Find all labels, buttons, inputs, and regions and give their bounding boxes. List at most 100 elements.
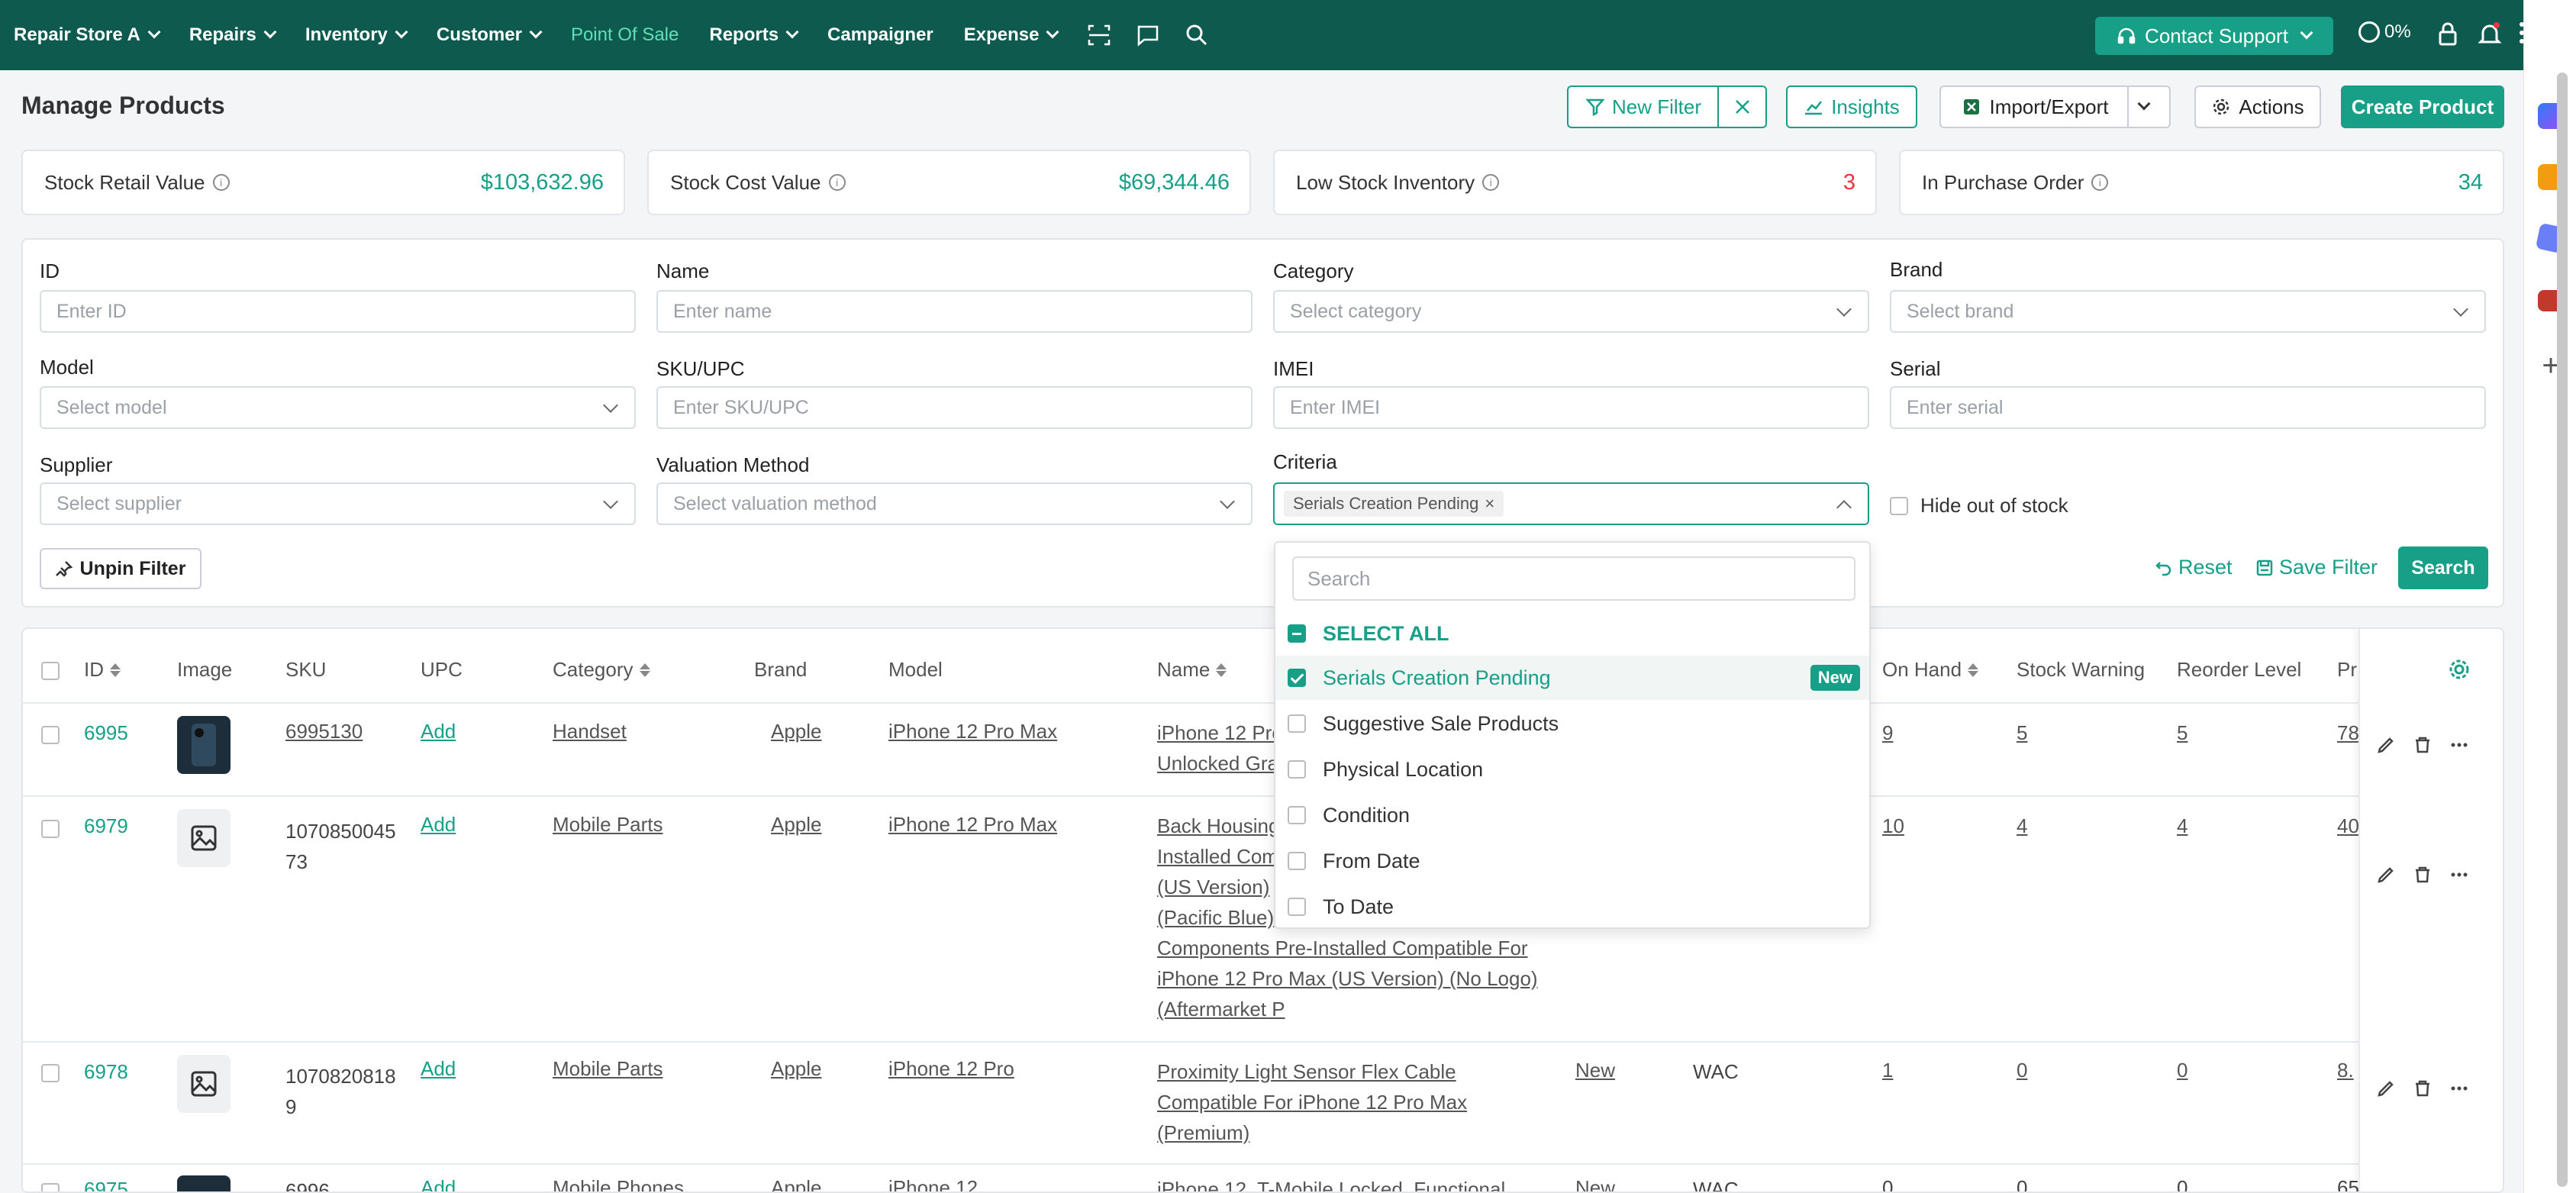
select-all-option[interactable]: SELECT ALL xyxy=(1275,611,1869,656)
trash-icon[interactable] xyxy=(2413,736,2432,754)
info-icon[interactable]: i xyxy=(2091,174,2109,191)
save-filter-button[interactable]: Save Filter xyxy=(2256,556,2378,579)
row-checkbox[interactable] xyxy=(41,726,60,744)
add-upc-link[interactable]: Add xyxy=(421,716,456,746)
search-button[interactable]: Search xyxy=(2398,547,2488,589)
row-model[interactable]: iPhone 12 Pro Max xyxy=(888,809,1057,840)
trash-icon[interactable] xyxy=(2413,1079,2432,1098)
name-input[interactable]: Enter name xyxy=(656,290,1253,333)
product-image[interactable] xyxy=(177,716,231,774)
row-category[interactable]: Mobile Parts xyxy=(553,809,663,840)
option-serials-creation-pending[interactable]: Serials Creation Pending New xyxy=(1275,656,1869,700)
row-checkbox[interactable] xyxy=(41,1064,60,1082)
row-checkbox[interactable] xyxy=(41,820,60,838)
row-price[interactable]: 65 xyxy=(2337,1172,2359,1191)
row-on-hand[interactable]: 1 xyxy=(1882,1055,1893,1085)
option-checkbox[interactable] xyxy=(1288,806,1306,824)
create-product-button[interactable]: Create Product xyxy=(2341,85,2504,128)
reset-button[interactable]: Reset xyxy=(2155,556,2233,579)
option-checkbox[interactable] xyxy=(1288,669,1306,687)
row-brand[interactable]: Apple xyxy=(771,716,822,746)
lock-icon[interactable] xyxy=(2435,21,2461,47)
row-brand[interactable]: Apple xyxy=(771,1053,822,1084)
close-icon[interactable]: × xyxy=(1485,494,1494,514)
row-category[interactable]: Handset xyxy=(553,716,627,746)
row-category[interactable]: Mobile Phones xyxy=(553,1172,684,1191)
option-condition[interactable]: Condition xyxy=(1275,793,1869,837)
product-image[interactable] xyxy=(177,1055,231,1113)
valuation-select[interactable]: Select valuation method xyxy=(656,482,1253,525)
edit-icon[interactable] xyxy=(2377,866,2395,884)
row-sku[interactable]: 6995130 xyxy=(285,716,363,746)
criteria-select[interactable]: Serials Creation Pending × xyxy=(1273,482,1869,525)
unpin-filter-button[interactable]: Unpin Filter xyxy=(40,548,202,589)
row-stock-warning[interactable]: 0 xyxy=(2017,1172,2027,1191)
trash-icon[interactable] xyxy=(2413,866,2432,884)
nav-campaigner[interactable]: Campaigner xyxy=(827,24,933,46)
select-all-checkbox[interactable] xyxy=(1288,624,1306,643)
row-reorder-level[interactable]: 5 xyxy=(2177,717,2188,748)
more-icon[interactable] xyxy=(2450,1079,2468,1098)
info-icon[interactable]: i xyxy=(212,174,230,191)
add-upc-link[interactable]: Add xyxy=(421,1172,456,1191)
more-icon[interactable] xyxy=(2450,866,2468,884)
nav-expense[interactable]: Expense xyxy=(964,24,1059,46)
option-to-date[interactable]: To Date xyxy=(1275,885,1869,929)
sku-input[interactable]: Enter SKU/UPC xyxy=(656,386,1253,429)
option-suggestive-sale[interactable]: Suggestive Sale Products xyxy=(1275,701,1869,746)
option-checkbox[interactable] xyxy=(1288,898,1306,916)
row-id[interactable]: 6975 xyxy=(84,1174,128,1191)
row-on-hand[interactable]: 9 xyxy=(1882,717,1893,748)
row-name[interactable]: iPhone 12, T-Mobile Locked, Functional xyxy=(1157,1174,1505,1191)
col-id[interactable]: ID xyxy=(84,658,121,682)
edit-icon[interactable] xyxy=(2377,1079,2395,1098)
option-checkbox[interactable] xyxy=(1288,852,1306,870)
row-category[interactable]: Mobile Parts xyxy=(553,1053,663,1084)
add-upc-link[interactable]: Add xyxy=(421,809,456,840)
clear-filter-button[interactable] xyxy=(1717,85,1767,128)
row-model[interactable]: iPhone 12 Pro Max xyxy=(888,716,1057,746)
row-brand[interactable]: Apple xyxy=(771,809,822,840)
nav-point-of-sale[interactable]: Point Of Sale xyxy=(571,24,679,46)
info-icon[interactable]: i xyxy=(828,174,846,191)
contact-support-button[interactable]: Contact Support xyxy=(2095,17,2333,55)
model-select[interactable]: Select model xyxy=(40,386,636,429)
product-image[interactable] xyxy=(177,1175,231,1191)
nav-inventory[interactable]: Inventory xyxy=(305,24,408,46)
row-sku[interactable]: 6996 xyxy=(285,1175,330,1191)
insights-button[interactable]: Insights xyxy=(1786,85,1917,128)
option-checkbox[interactable] xyxy=(1288,760,1306,779)
row-reorder-level[interactable]: 4 xyxy=(2177,811,2188,841)
more-icon[interactable] xyxy=(2450,736,2468,754)
scrollbar[interactable] xyxy=(2557,73,2568,1187)
scan-icon[interactable] xyxy=(1088,24,1111,47)
col-name[interactable]: Name xyxy=(1157,658,1227,682)
row-id[interactable]: 6978 xyxy=(84,1056,128,1087)
import-export-button[interactable]: Import/Export xyxy=(1939,85,2171,128)
hide-out-of-stock-checkbox[interactable] xyxy=(1890,496,1908,515)
category-select[interactable]: Select category xyxy=(1273,290,1869,333)
row-stock-warning[interactable]: 5 xyxy=(2017,717,2027,748)
chat-icon[interactable] xyxy=(1136,24,1159,47)
row-brand[interactable]: Apple xyxy=(771,1172,822,1191)
store-selector[interactable]: Repair Store A xyxy=(14,24,161,46)
option-from-date[interactable]: From Date xyxy=(1275,839,1869,883)
row-name[interactable]: iPhone 12 Pro Unlocked Gra xyxy=(1157,717,1283,779)
row-condition[interactable]: New xyxy=(1575,1055,1615,1085)
row-reorder-level[interactable]: 0 xyxy=(2177,1055,2188,1085)
row-stock-warning[interactable]: 4 xyxy=(2017,811,2027,841)
select-all-checkbox[interactable] xyxy=(41,662,60,680)
nav-repairs[interactable]: Repairs xyxy=(189,24,277,46)
brand-select[interactable]: Select brand xyxy=(1890,290,2486,333)
add-upc-link[interactable]: Add xyxy=(421,1053,456,1084)
row-sku[interactable]: 1070820818 9 xyxy=(285,1061,396,1122)
criteria-chip[interactable]: Serials Creation Pending × xyxy=(1284,491,1504,517)
supplier-select[interactable]: Select supplier xyxy=(40,482,636,525)
row-id[interactable]: 6995 xyxy=(84,717,128,748)
row-id[interactable]: 6979 xyxy=(84,811,128,841)
row-price[interactable]: 8. xyxy=(2337,1055,2354,1085)
progress-indicator[interactable]: 0% xyxy=(2358,21,2411,43)
nav-reports[interactable]: Reports xyxy=(709,24,799,46)
row-model[interactable]: iPhone 12 Pro xyxy=(888,1053,1014,1084)
row-price[interactable]: 40 xyxy=(2337,811,2359,841)
